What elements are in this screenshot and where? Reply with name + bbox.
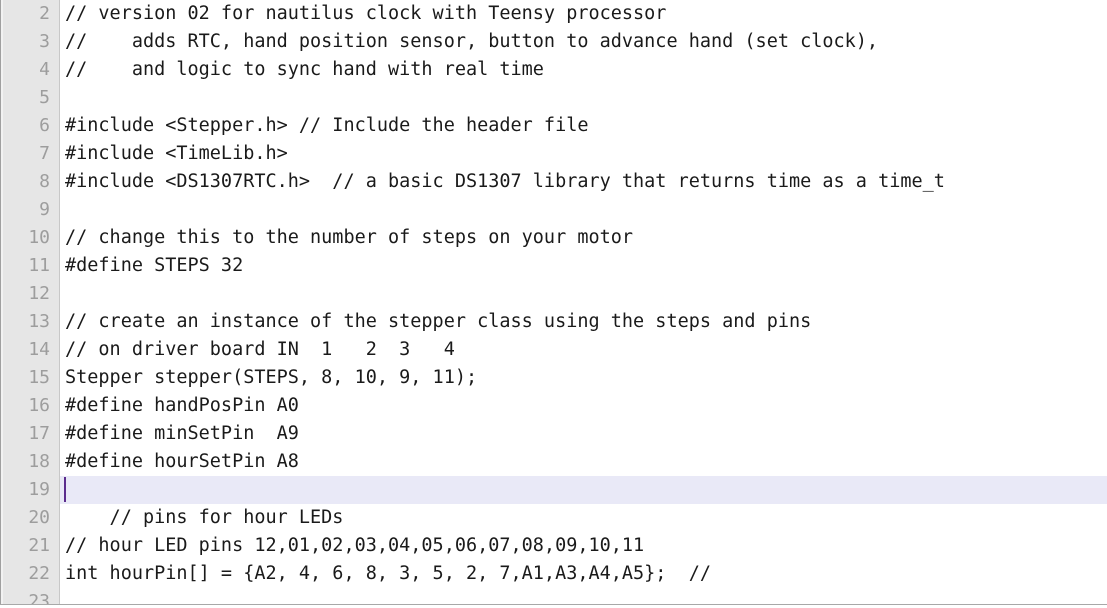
line-number: 4: [3, 56, 59, 84]
line-number: 21: [3, 532, 59, 560]
line-number: 10: [3, 224, 59, 252]
code-line[interactable]: 17 #define minSetPin A9: [3, 420, 1107, 448]
code-line-text[interactable]: // version 02 for nautilus clock with Te…: [60, 0, 1107, 28]
line-number: 7: [3, 140, 59, 168]
line-number: 5: [3, 84, 59, 112]
code-line[interactable]: 16 #define handPosPin A0: [3, 392, 1107, 420]
code-line-text[interactable]: // change this to the number of steps on…: [60, 224, 1107, 252]
line-number: 8: [3, 168, 59, 196]
line-number: 6: [3, 112, 59, 140]
code-line[interactable]: 19: [3, 476, 1107, 504]
line-number: 13: [3, 308, 59, 336]
code-line-text[interactable]: // adds RTC, hand position sensor, butto…: [60, 28, 1107, 56]
code-line[interactable]: 2// version 02 for nautilus clock with T…: [3, 0, 1107, 28]
line-number: 2: [3, 0, 59, 28]
code-line-text[interactable]: #define minSetPin A9: [60, 420, 1107, 448]
code-line-text[interactable]: [60, 196, 1107, 224]
code-line-text[interactable]: [60, 84, 1107, 112]
code-line[interactable]: 9: [3, 196, 1107, 224]
line-number: 23: [3, 588, 59, 604]
code-line[interactable]: 21// hour LED pins 12,01,02,03,04,05,06,…: [3, 532, 1107, 560]
code-line-text[interactable]: #define handPosPin A0: [60, 392, 1107, 420]
code-line[interactable]: 13// create an instance of the stepper c…: [3, 308, 1107, 336]
line-number: 20: [3, 504, 59, 532]
code-line[interactable]: 11 #define STEPS 32: [3, 252, 1107, 280]
code-line-text[interactable]: // pins for hour LEDs: [60, 504, 1107, 532]
line-number: 18: [3, 448, 59, 476]
line-number: 22: [3, 560, 59, 588]
code-line-text[interactable]: #include <Stepper.h> // Include the head…: [60, 112, 1107, 140]
code-line-text[interactable]: // hour LED pins 12,01,02,03,04,05,06,07…: [60, 532, 1107, 560]
line-number: 11: [3, 252, 59, 280]
code-line-text[interactable]: #define hourSetPin A8: [60, 448, 1107, 476]
code-line[interactable]: 14// on driver board IN 1 2 3 4: [3, 336, 1107, 364]
code-line[interactable]: 20 // pins for hour LEDs: [3, 504, 1107, 532]
code-line-text[interactable]: // create an instance of the stepper cla…: [60, 308, 1107, 336]
code-line-text[interactable]: #define STEPS 32: [60, 252, 1107, 280]
code-line[interactable]: 6 #include <Stepper.h> // Include the hea…: [3, 112, 1107, 140]
code-line[interactable]: 7 #include <TimeLib.h>: [3, 140, 1107, 168]
code-line-text[interactable]: [60, 588, 1107, 604]
line-number: 17: [3, 420, 59, 448]
code-line-text[interactable]: // on driver board IN 1 2 3 4: [60, 336, 1107, 364]
line-number: 19: [3, 476, 59, 504]
code-line[interactable]: 15 Stepper stepper(STEPS, 8, 10, 9, 11);: [3, 364, 1107, 392]
code-line[interactable]: 12: [3, 280, 1107, 308]
code-line-text[interactable]: [60, 280, 1107, 308]
code-line[interactable]: 5: [3, 84, 1107, 112]
code-line[interactable]: 22 int hourPin[] = {A2, 4, 6, 8, 3, 5, 2,…: [3, 560, 1107, 588]
line-number: 9: [3, 196, 59, 224]
code-line[interactable]: 10// change this to the number of steps …: [3, 224, 1107, 252]
line-number: 14: [3, 336, 59, 364]
code-line[interactable]: 8 #include <DS1307RTC.h> // a basic DS130…: [3, 168, 1107, 196]
code-line[interactable]: 3// adds RTC, hand position sensor, butt…: [3, 28, 1107, 56]
code-line-text[interactable]: #include <TimeLib.h>: [60, 140, 1107, 168]
line-number: 16: [3, 392, 59, 420]
text-caret: [64, 477, 66, 502]
code-line[interactable]: 18 #define hourSetPin A8: [3, 448, 1107, 476]
line-number: 15: [3, 364, 59, 392]
code-scroll-area[interactable]: 2// version 02 for nautilus clock with T…: [3, 0, 1107, 604]
code-editor-window: 2// version 02 for nautilus clock with T…: [0, 0, 1107, 608]
code-line-text[interactable]: Stepper stepper(STEPS, 8, 10, 9, 11);: [60, 364, 1107, 392]
code-line[interactable]: 23: [3, 588, 1107, 604]
line-number: 12: [3, 280, 59, 308]
code-line-text[interactable]: int hourPin[] = {A2, 4, 6, 8, 3, 5, 2, 7…: [60, 560, 1107, 588]
code-line-text[interactable]: // and logic to sync hand with real time: [60, 56, 1107, 84]
line-number: 3: [3, 28, 59, 56]
code-line-text[interactable]: #include <DS1307RTC.h> // a basic DS1307…: [60, 168, 1107, 196]
code-line-text[interactable]: [60, 476, 1107, 504]
code-line[interactable]: 4// and logic to sync hand with real tim…: [3, 56, 1107, 84]
